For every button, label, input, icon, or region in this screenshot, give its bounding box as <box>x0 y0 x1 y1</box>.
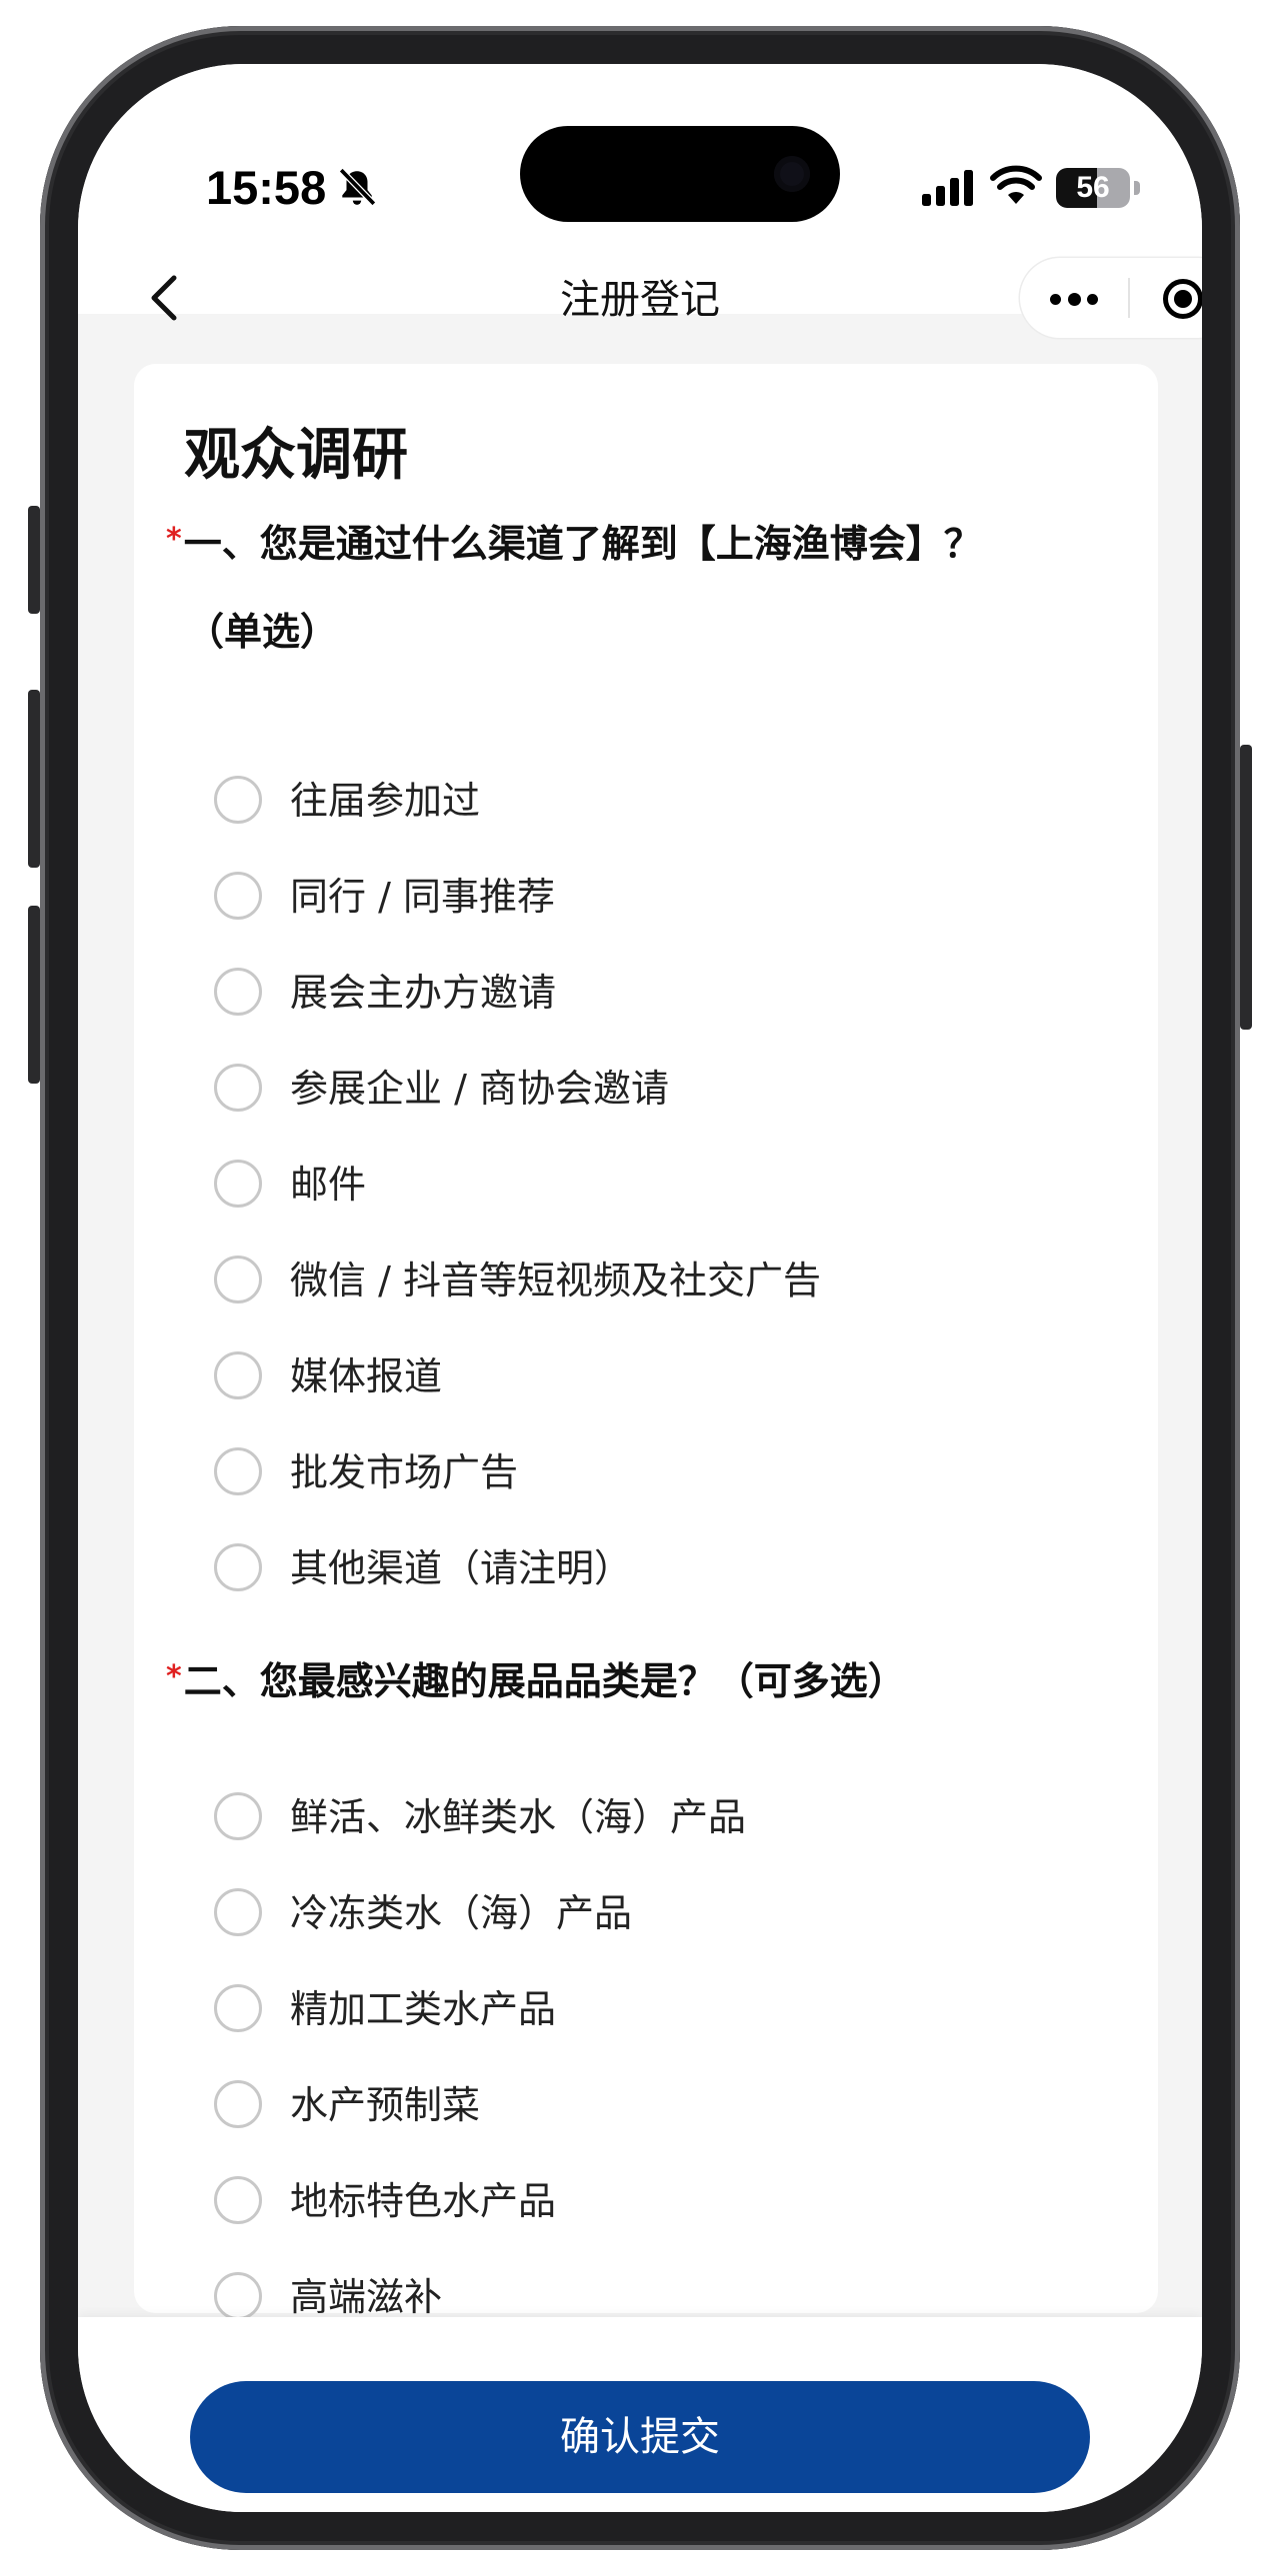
mini-program-capsule <box>1020 258 1202 338</box>
more-dots-icon[interactable] <box>1020 258 1128 338</box>
radio-button[interactable] <box>214 1888 262 1936</box>
option-q2-5[interactable]: 地标特色水产品 <box>214 2162 1094 2242</box>
radio-button[interactable] <box>214 1792 262 1840</box>
battery-icon: 56 <box>1056 168 1140 208</box>
option-label: 往届参加过 <box>290 779 481 823</box>
volume-up-button <box>28 690 40 868</box>
option-q1-4[interactable]: 参展企业 / 商协会邀请 <box>214 1050 1094 1130</box>
option-label: 同行 / 同事推荐 <box>290 875 555 919</box>
question-1-hint: （单选） <box>186 610 339 654</box>
target-close-icon[interactable] <box>1130 258 1202 338</box>
option-label: 精加工类水产品 <box>290 1987 557 2031</box>
status-time: 15:58 <box>206 161 327 214</box>
option-label: 冷冻类水（海）产品 <box>290 1891 633 1935</box>
signal-icon <box>922 170 973 206</box>
option-label: 展会主办方邀请 <box>290 971 557 1015</box>
submit-button[interactable]: 确认提交 <box>190 2381 1090 2493</box>
action-button <box>28 506 40 614</box>
option-q2-2[interactable]: 冷冻类水（海）产品 <box>214 1874 1094 1954</box>
option-q1-8[interactable]: 批发市场广告 <box>214 1433 1094 1513</box>
radio-button[interactable] <box>214 776 262 824</box>
option-label: 邮件 <box>290 1163 367 1207</box>
survey-card: 观众调研 *一、您是通过什么渠道了解到【上海渔博会】？ （单选） 往届参加过 同… <box>134 364 1158 2320</box>
phone-frame: 15:58 56 注册登记 观众调研 *一、您是通过什么渠道了解到【上海渔博会】… <box>40 26 1240 2550</box>
power-button <box>1240 745 1252 1030</box>
radio-button[interactable] <box>214 1160 262 1208</box>
option-q2-3[interactable]: 精加工类水产品 <box>214 1970 1094 2050</box>
option-q1-1[interactable]: 往届参加过 <box>214 762 1094 842</box>
radio-button[interactable] <box>214 872 262 920</box>
option-q1-7[interactable]: 媒体报道 <box>214 1337 1094 1417</box>
option-q1-3[interactable]: 展会主办方邀请 <box>214 954 1094 1034</box>
radio-button[interactable] <box>214 1447 262 1495</box>
question-2-text: 二、您最感兴趣的展品品类是？（可多选） <box>183 1659 906 1703</box>
dynamic-island <box>520 126 840 222</box>
option-q1-6[interactable]: 微信 / 抖音等短视频及社交广告 <box>214 1242 1094 1321</box>
required-mark: * <box>166 522 182 557</box>
option-label: 媒体报道 <box>290 1354 443 1398</box>
option-q1-5[interactable]: 邮件 <box>214 1146 1094 1226</box>
bottom-bar: 确认提交 <box>78 2317 1202 2512</box>
radio-button[interactable] <box>214 2080 262 2128</box>
option-q1-9[interactable]: 其他渠道（请注明） <box>214 1529 1094 1609</box>
radio-button[interactable] <box>214 1984 262 2032</box>
option-label: 水产预制菜 <box>290 2083 481 2127</box>
required-mark: * <box>166 1659 182 1694</box>
radio-button[interactable] <box>214 1064 262 1112</box>
question-1-text: 一、您是通过什么渠道了解到【上海渔博会】？ <box>183 522 982 566</box>
radio-button[interactable] <box>214 2176 262 2224</box>
option-label: 其他渠道（请注明） <box>290 1546 633 1590</box>
radio-button[interactable] <box>214 1351 262 1399</box>
survey-title: 观众调研 <box>184 423 408 488</box>
front-camera-icon <box>774 156 810 192</box>
option-label: 微信 / 抖音等短视频及社交广告 <box>290 1259 821 1302</box>
radio-button[interactable] <box>214 1543 262 1591</box>
bell-slash-icon <box>338 168 377 206</box>
phone-screen: 15:58 56 注册登记 观众调研 *一、您是通过什么渠道了解到【上海渔博会】… <box>78 64 1202 2512</box>
option-label: 参展企业 / 商协会邀请 <box>290 1067 669 1111</box>
radio-button[interactable] <box>214 968 262 1016</box>
option-q2-1[interactable]: 鲜活、冰鲜类水（海）产品 <box>214 1778 1094 1858</box>
option-label: 鲜活、冰鲜类水（海）产品 <box>290 1795 747 1839</box>
option-q1-2[interactable]: 同行 / 同事推荐 <box>214 858 1094 938</box>
option-label: 批发市场广告 <box>290 1450 519 1494</box>
page: 15:58 56 注册登记 观众调研 *一、您是通过什么渠道了解到【上海渔博会】… <box>0 0 1280 2576</box>
wifi-icon <box>990 165 1042 204</box>
volume-down-button <box>28 906 40 1084</box>
question-1-title: *一、您是通过什么渠道了解到【上海渔博会】？ （单选） <box>166 496 1126 676</box>
question-2-title: *二、您最感兴趣的展品品类是？（可多选） <box>166 1633 1126 1725</box>
radio-button[interactable] <box>214 1256 262 1303</box>
battery-level: 56 <box>1076 171 1110 204</box>
option-label: 地标特色水产品 <box>290 2179 557 2223</box>
option-q2-4[interactable]: 水产预制菜 <box>214 2066 1094 2146</box>
radio-button[interactable] <box>214 2272 262 2320</box>
